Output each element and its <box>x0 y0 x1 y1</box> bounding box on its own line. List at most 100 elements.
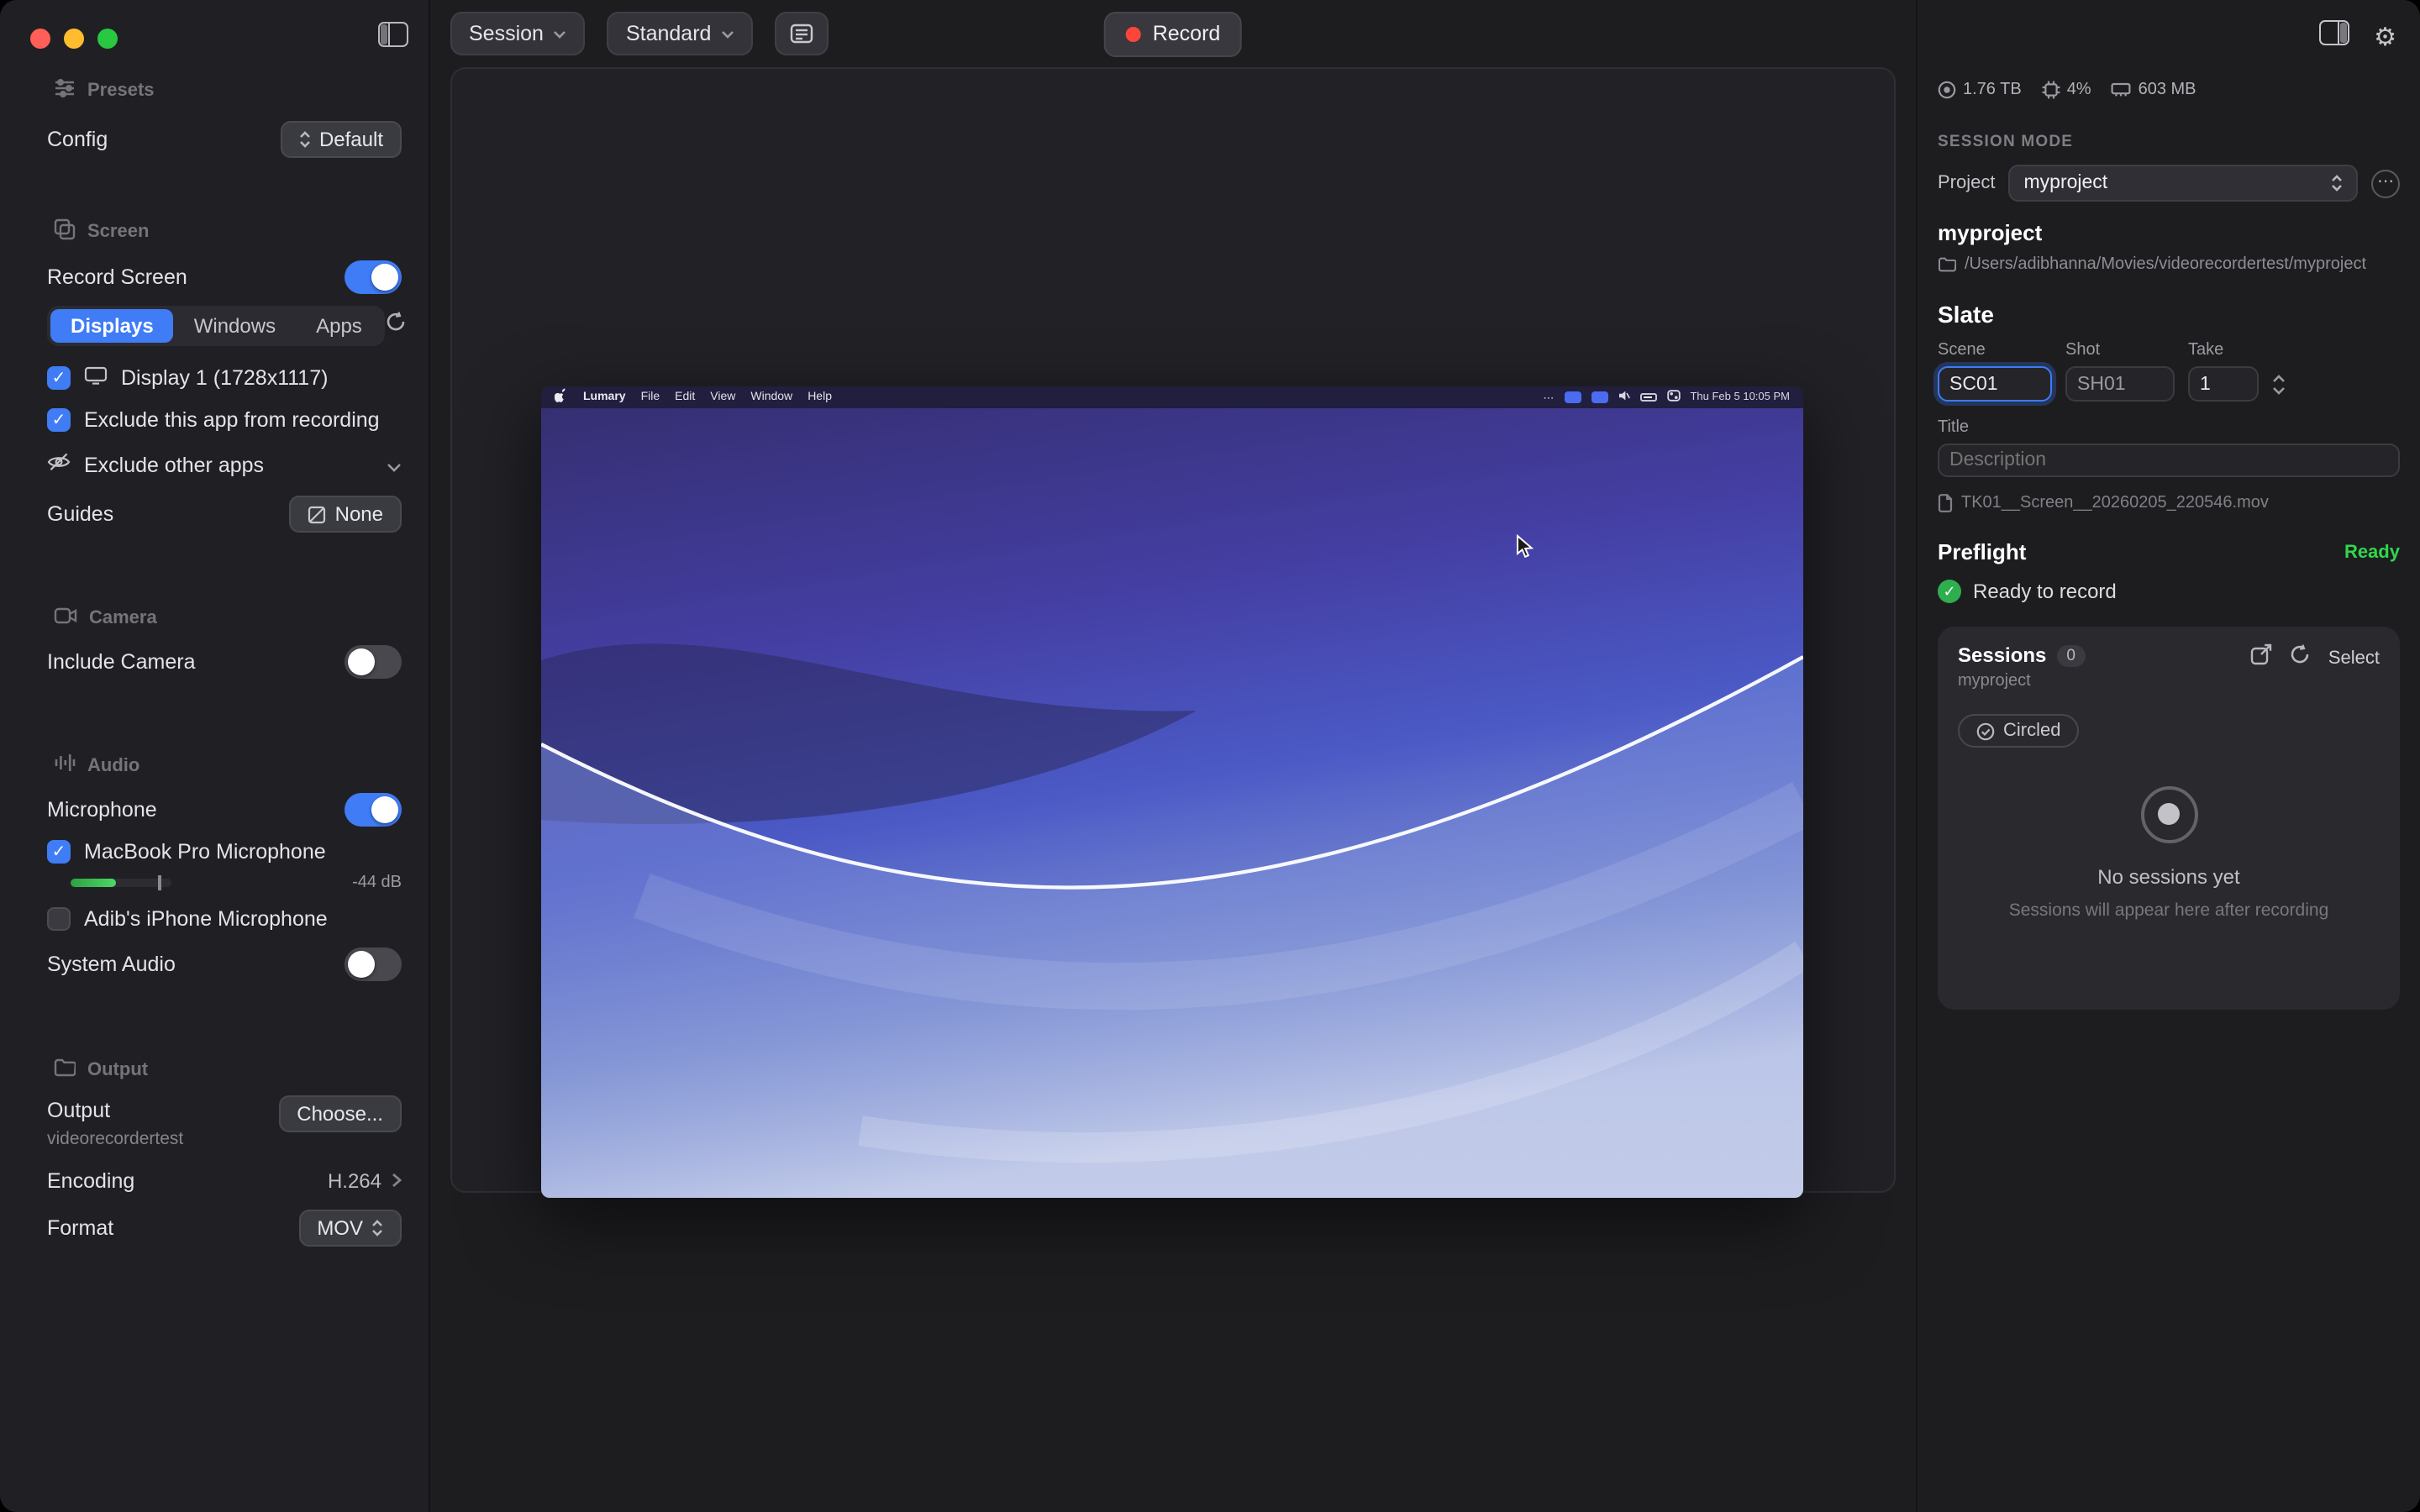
system-audio-label: System Audio <box>47 953 176 976</box>
mic-level-row: -44 dB <box>47 874 402 892</box>
encoding-value: H.264 <box>328 1169 381 1193</box>
export-icon[interactable] <box>2251 643 2273 674</box>
config-default-button[interactable]: Default <box>281 121 402 158</box>
preflight-message: Ready to record <box>1973 580 2117 603</box>
mic-level-meter <box>71 879 171 887</box>
tab-apps[interactable]: Apps <box>296 309 382 343</box>
project-path-row: /Users/adibhanna/Movies/videorecordertes… <box>1938 255 2400 274</box>
scene-label: Scene <box>1938 341 2052 360</box>
menubar-item-window: Window <box>750 391 792 403</box>
project-label: Project <box>1938 173 1996 193</box>
include-camera-toggle[interactable] <box>345 645 402 679</box>
presets-icon <box>54 77 76 104</box>
format-dropdown[interactable]: MOV <box>298 1210 402 1247</box>
guides-none-button[interactable]: None <box>290 496 402 533</box>
notes-icon <box>790 24 813 44</box>
folder-icon <box>1938 257 1956 272</box>
guides-row: Guides None <box>47 496 402 533</box>
title-input[interactable] <box>1938 444 2400 477</box>
standard-button-label: Standard <box>626 22 711 45</box>
output-label: Output <box>47 1099 110 1122</box>
sessions-empty-state: No sessions yet Sessions will appear her… <box>1958 785 2380 920</box>
minimize-button[interactable] <box>64 29 84 49</box>
take-filename: TK01__Screen__20260205_220546.mov <box>1961 494 2269 512</box>
tab-displays[interactable]: Displays <box>50 309 174 343</box>
close-button[interactable] <box>30 29 50 49</box>
panel-toggle-icon[interactable] <box>2318 20 2349 54</box>
slate-fields: Scene Shot Take <box>1938 341 2400 402</box>
guides-value-label: None <box>335 502 383 526</box>
shot-input[interactable] <box>2065 366 2175 402</box>
mouse-cursor <box>1516 534 1534 568</box>
iphone-mic-row[interactable]: Adib's iPhone Microphone <box>47 907 402 931</box>
display-checkbox[interactable]: ✓ <box>47 366 71 390</box>
macbook-mic-row[interactable]: ✓ MacBook Pro Microphone <box>47 840 402 864</box>
refresh-icon[interactable] <box>386 311 408 341</box>
title-label: Title <box>1938 418 2400 437</box>
encoding-row[interactable]: Encoding H.264 <box>47 1166 402 1196</box>
project-more-button[interactable]: ⋯ <box>2371 169 2400 197</box>
empty-title: No sessions yet <box>2097 864 2239 888</box>
memory-value: 603 MB <box>2139 81 2196 99</box>
session-panel: ⚙ 1.76 TB 4% 603 MB SESSION MODE Project… <box>1916 0 2420 1512</box>
chevron-down-icon[interactable] <box>387 450 402 480</box>
exclude-app-checkbox[interactable]: ✓ <box>47 408 71 432</box>
stepper-up-icon[interactable] <box>2272 375 2286 383</box>
format-value-label: MOV <box>317 1216 363 1240</box>
toolbar: Session Standard Record <box>430 0 1916 67</box>
sidebar: Presets Config Default Screen Record Scr… <box>0 0 430 1512</box>
keyboard-icon <box>1564 391 1581 403</box>
iphone-mic-checkbox[interactable] <box>47 907 71 931</box>
cpu-icon <box>2042 81 2060 99</box>
project-dropdown[interactable]: myproject <box>2009 165 2359 202</box>
disk-value: 1.76 TB <box>1963 81 2022 99</box>
select-button[interactable]: Select <box>2328 648 2380 669</box>
filename-row: TK01__Screen__20260205_220546.mov <box>1938 494 2400 512</box>
source-tabs-row: Displays Windows Apps <box>47 306 402 346</box>
microphone-toggle[interactable] <box>345 793 402 827</box>
mic-level-value: -44 dB <box>352 874 402 892</box>
take-input[interactable] <box>2188 366 2259 402</box>
display-option-row[interactable]: ✓ Display 1 (1728x1117) <box>47 363 402 393</box>
updown-chevron-icon <box>299 131 311 148</box>
record-button[interactable]: Record <box>1104 11 1243 56</box>
memory-stat: 603 MB <box>2112 81 2196 99</box>
file-icon <box>1938 494 1953 512</box>
toggle-knob <box>348 951 375 978</box>
slate-title: Slate <box>1938 301 2400 328</box>
refresh-icon[interactable] <box>2290 643 2312 674</box>
toggle-knob <box>348 648 375 675</box>
choose-output-button[interactable]: Choose... <box>278 1095 402 1132</box>
menubar-item-edit: Edit <box>675 391 695 403</box>
tab-windows[interactable]: Windows <box>174 309 296 343</box>
macbook-mic-checkbox[interactable]: ✓ <box>47 840 71 864</box>
disk-icon <box>1938 81 1956 99</box>
sidebar-toggle-icon[interactable] <box>378 22 408 55</box>
scene-input[interactable] <box>1938 366 2052 402</box>
system-audio-toggle[interactable] <box>345 948 402 981</box>
exclude-app-row[interactable]: ✓ Exclude this app from recording <box>47 408 402 432</box>
waveform-icon <box>54 753 76 778</box>
choose-button-label: Choose... <box>297 1102 383 1126</box>
record-button-label: Record <box>1153 22 1221 45</box>
standard-menu-button[interactable]: Standard <box>608 12 753 55</box>
take-stepper[interactable] <box>2272 375 2286 402</box>
storage-stats: 1.76 TB 4% 603 MB <box>1938 81 2400 99</box>
exclude-other-apps-row[interactable]: Exclude other apps <box>47 450 402 480</box>
presets-section-header: Presets <box>47 77 402 104</box>
display-option-label: Display 1 (1728x1117) <box>121 366 328 390</box>
circled-filter-pill[interactable]: Circled <box>1958 714 2079 748</box>
none-swatch-icon <box>308 505 327 523</box>
project-path: /Users/adibhanna/Movies/videorecordertes… <box>1965 255 2366 274</box>
gear-icon[interactable]: ⚙ <box>2374 22 2396 52</box>
menubar-item-help: Help <box>808 391 832 403</box>
record-screen-toggle[interactable] <box>345 260 402 294</box>
notes-button[interactable] <box>775 12 829 55</box>
session-menu-button[interactable]: Session <box>450 12 586 55</box>
stepper-down-icon[interactable] <box>2272 386 2286 395</box>
menubar-status-icons: ⋯ Thu Feb 5 10:05 PM <box>1543 390 1790 405</box>
eye-slash-icon <box>47 450 71 480</box>
zoom-button[interactable] <box>97 29 118 49</box>
mirroring-icon <box>1591 391 1607 403</box>
audio-section-header: Audio <box>47 753 402 778</box>
